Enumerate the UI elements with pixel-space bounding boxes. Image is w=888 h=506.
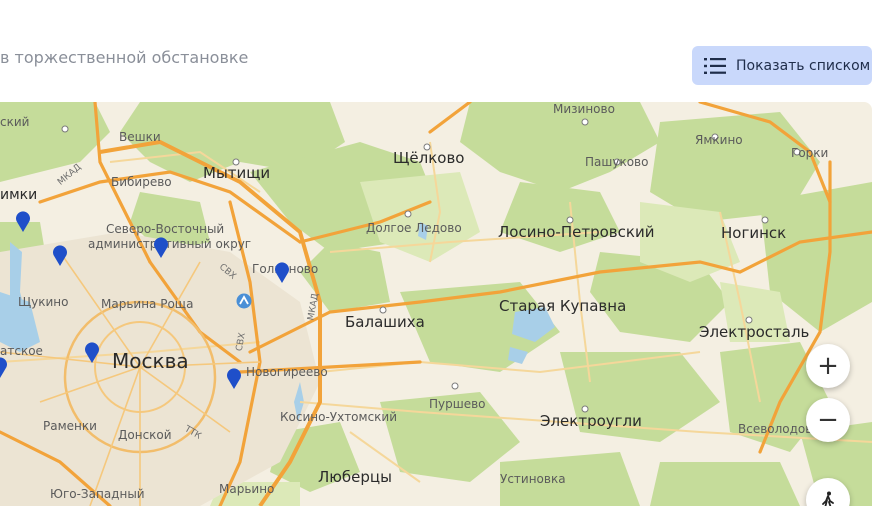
- map-pin-icon[interactable]: [15, 211, 31, 233]
- label-moskva: Москва: [112, 349, 189, 373]
- map-pin-icon[interactable]: [274, 262, 290, 284]
- label-pashukovo: Пашуково: [585, 155, 649, 169]
- label-dolgoe-ledovo: Долгое Ледово: [366, 221, 462, 235]
- map-pin-icon[interactable]: [52, 245, 68, 267]
- label-maryina-roshcha: Марьина Роща: [101, 297, 194, 311]
- label-losino-petrovsky: Лосино-Петровский: [498, 223, 655, 241]
- label-purshevo: Пуршево: [429, 397, 486, 411]
- pedestrian-icon: [822, 491, 834, 506]
- label-ramenki: Раменки: [43, 419, 97, 433]
- label-yugo-zapadny: Юго-Западный: [50, 487, 145, 501]
- map-view[interactable]: Мизиново Вешки Щёлково Ямкино Горки Пашу…: [0, 102, 872, 506]
- label-mytishchi: Мытищи: [203, 164, 271, 182]
- label-staraya-kupavna: Старая Купавна: [499, 297, 627, 315]
- show-list-label: Показать списком: [736, 57, 871, 74]
- label-gorki: Горки: [791, 146, 829, 160]
- label-lyubertsy: Люберцы: [318, 468, 392, 486]
- map-pin-icon[interactable]: [0, 357, 8, 379]
- map-pin-icon[interactable]: [226, 368, 242, 390]
- label-shchukino: Щукино: [18, 295, 69, 309]
- show-list-button[interactable]: Показать списком: [692, 46, 872, 85]
- label-donskoy: Донской: [118, 428, 172, 442]
- label-svao-2: административный округ: [88, 237, 252, 251]
- subtitle: в торжественной обстановке: [0, 48, 249, 67]
- label-khimki: имки: [0, 187, 38, 203]
- map-pin-icon[interactable]: [153, 237, 169, 259]
- map-pin-icon[interactable]: [84, 342, 100, 364]
- label-shchyolkovo: Щёлково: [393, 149, 465, 167]
- label-atskoe: атское: [0, 344, 43, 358]
- label-balashikha: Балашиха: [345, 313, 425, 331]
- list-icon: [704, 57, 726, 74]
- label-elektrostal: Электросталь: [699, 323, 810, 341]
- zoom-out-button[interactable]: −: [806, 398, 850, 442]
- label-khimki2: ский: [0, 115, 30, 129]
- metro-icon: [236, 293, 252, 309]
- label-maryino: Марьино: [219, 482, 275, 496]
- label-novogireevo: Новогиреево: [246, 365, 328, 379]
- label-bibirevo: Бибирево: [111, 175, 172, 189]
- label-ustinovka: Устиновка: [500, 472, 566, 486]
- minus-icon: −: [817, 405, 839, 435]
- label-svao-1: Северо-Восточный: [106, 222, 225, 236]
- zoom-in-button[interactable]: +: [806, 344, 850, 388]
- label-elektrougli: Электроугли: [540, 412, 642, 430]
- label-kosino-ukhtomsky: Косино-Ухтомский: [280, 410, 398, 424]
- plus-icon: +: [817, 351, 839, 381]
- label-veshki: Вешки: [119, 130, 161, 144]
- label-yamkino: Ямкино: [695, 133, 743, 147]
- label-noginsk: Ногинск: [721, 224, 787, 242]
- label-mizinovo: Мизиново: [553, 102, 615, 116]
